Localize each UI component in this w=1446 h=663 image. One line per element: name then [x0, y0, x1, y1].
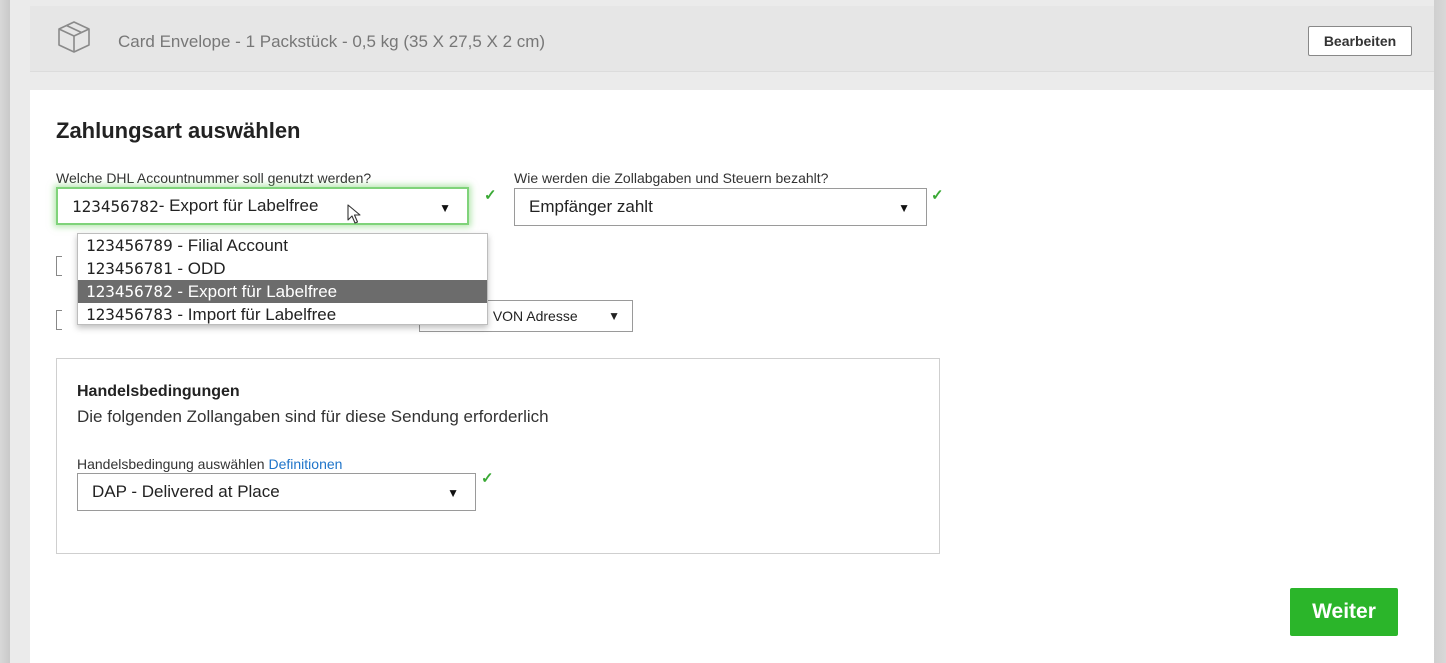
dropdown-option-account-selected[interactable]: 123456782 - Export für Labelfree: [78, 280, 487, 303]
payment-card: Zahlungsart auswählen Welche DHL Account…: [30, 90, 1434, 663]
window-frame-right: [1434, 0, 1446, 663]
account-number-select[interactable]: 123456782 - Export für Labelfree ▼: [56, 187, 469, 225]
dropdown-option-account[interactable]: 123456789 - Filial Account: [78, 234, 487, 257]
window-frame-left: [0, 0, 10, 663]
package-box-icon: [56, 20, 92, 54]
trade-terms-select[interactable]: DAP - Delivered at Place ▼: [77, 473, 476, 511]
account-name-selected-value: - Export für Labelfree: [158, 196, 319, 215]
duties-label: Wie werden die Zollabgaben und Steuern b…: [514, 170, 829, 186]
package-summary-text: Card Envelope - 1 Packstück - 0,5 kg (35…: [118, 32, 546, 51]
definitions-link[interactable]: Definitionen: [268, 456, 342, 472]
hidden-checkbox[interactable]: [56, 256, 62, 276]
next-button[interactable]: Weiter: [1290, 588, 1398, 636]
chevron-down-icon: ▼: [898, 201, 910, 215]
dropdown-option-account[interactable]: 123456783 - Import für Labelfree: [78, 303, 487, 326]
chevron-down-icon: ▼: [608, 309, 620, 323]
account-number-label: Welche DHL Accountnummer soll genutzt we…: [56, 170, 372, 186]
duties-payer-selected-value: Empfänger zahlt: [529, 197, 653, 216]
chevron-down-icon: ▼: [439, 201, 451, 215]
trade-terms-label-text: Handelsbedingung auswählen: [77, 456, 265, 472]
duties-valid-check-icon: ✓: [931, 187, 944, 204]
account-number-dropdown: 123456789 - Filial Account 123456781 - O…: [77, 233, 488, 325]
trade-terms-valid-check-icon: ✓: [481, 470, 494, 487]
chevron-down-icon: ▼: [447, 486, 459, 500]
page-background: Card Envelope - 1 Packstück - 0,5 kg (35…: [10, 0, 1434, 663]
trade-terms-selected-value: DAP - Delivered at Place: [92, 482, 280, 501]
duties-payer-select[interactable]: Empfänger zahlt ▼: [514, 188, 927, 226]
mouse-cursor-icon: [347, 204, 361, 229]
page-title: Zahlungsart auswählen: [56, 118, 301, 143]
dropdown-option-account[interactable]: 123456781 - ODD: [78, 257, 487, 280]
hidden-checkbox[interactable]: [56, 310, 62, 330]
trade-terms-label: Handelsbedingung auswählen Definitionen: [77, 456, 342, 472]
package-summary-bar: Card Envelope - 1 Packstück - 0,5 kg (35…: [30, 6, 1434, 72]
account-valid-check-icon: ✓: [484, 187, 497, 204]
trade-terms-section: Handelsbedingungen Die folgenden Zollang…: [56, 358, 940, 554]
trade-terms-subtitle: Die folgenden Zollangaben sind für diese…: [77, 407, 549, 426]
edit-package-button[interactable]: Bearbeiten: [1308, 26, 1412, 56]
trade-terms-heading: Handelsbedingungen: [77, 383, 240, 400]
account-number-selected-value: 123456782: [72, 196, 159, 216]
